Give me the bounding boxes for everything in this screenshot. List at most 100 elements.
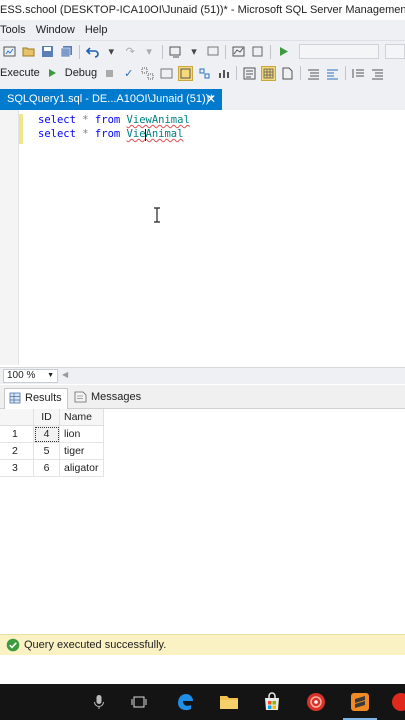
toolbar-separator	[225, 44, 227, 59]
results-tab-strip: Results Messages	[0, 385, 405, 409]
activity-monitor-icon[interactable]	[2, 44, 17, 59]
debug-icon[interactable]	[45, 66, 60, 81]
code-line-2[interactable]: select * from VieAnimal	[38, 127, 183, 141]
display-plan-icon[interactable]	[140, 66, 155, 81]
include-plan-icon[interactable]	[197, 66, 212, 81]
microphone-icon[interactable]	[88, 691, 110, 713]
query-options-icon[interactable]	[159, 66, 174, 81]
results-to-grid-icon[interactable]	[261, 65, 277, 81]
query-editor[interactable]: select * from ViewAnimal select * from V…	[0, 110, 405, 365]
increase-indent-icon[interactable]	[370, 66, 385, 81]
grid-corner[interactable]	[0, 409, 34, 426]
solution-config-combo[interactable]	[299, 44, 380, 59]
tab-messages-label: Messages	[91, 391, 142, 403]
open-file-icon[interactable]	[21, 44, 36, 59]
results-grid[interactable]: ID Name 1 4 lion 2 5 tiger 3 6 aligator	[0, 409, 405, 634]
window-title: ESS.school (DESKTOP-ICA10OI\Junaid (51))…	[0, 0, 405, 20]
toolbar-separator	[161, 44, 163, 59]
text-caret	[145, 129, 146, 141]
chevron-down-icon: ▼	[47, 372, 54, 379]
navigate-dropdown-icon[interactable]: ▾	[187, 44, 202, 59]
media-icon[interactable]	[305, 691, 327, 713]
ibeam-cursor-icon	[154, 207, 160, 223]
undo-dropdown-icon[interactable]: ▾	[104, 44, 119, 59]
editor-gutter	[0, 110, 19, 365]
keyword-select: select	[38, 114, 76, 126]
results-to-file-icon[interactable]	[280, 66, 295, 81]
tab-results-label: Results	[25, 392, 62, 404]
scroll-left-icon[interactable]: ◀	[62, 370, 68, 379]
sublime-icon[interactable]	[349, 691, 371, 713]
close-tab-icon[interactable]: ✕	[206, 89, 216, 110]
stop-icon[interactable]	[102, 66, 117, 81]
execute-button[interactable]: Execute	[0, 67, 40, 79]
save-icon[interactable]	[40, 44, 55, 59]
comment-icon[interactable]	[306, 66, 321, 81]
cell-name[interactable]: tiger	[60, 443, 104, 460]
results-to-text-icon[interactable]	[242, 66, 257, 81]
status-message: Query executed successfully.	[24, 639, 167, 651]
column-header-name[interactable]: Name	[60, 409, 104, 426]
client-stats-icon[interactable]	[216, 66, 231, 81]
decrease-indent-icon[interactable]	[351, 66, 366, 81]
cell-id[interactable]: 4	[34, 426, 60, 443]
redo-dropdown-icon[interactable]: ▾	[142, 44, 157, 59]
document-tab-strip: SQLQuery1.sql - DE...A10OI\Junaid (51))*…	[0, 84, 405, 110]
start-icon[interactable]	[276, 44, 291, 59]
cell-id[interactable]: 5	[34, 443, 60, 460]
keyword-select: select	[38, 128, 76, 140]
tab-sqlquery1[interactable]: SQLQuery1.sql - DE...A10OI\Junaid (51))*…	[0, 89, 222, 110]
operator-star: *	[82, 128, 89, 140]
undo-icon[interactable]	[85, 44, 100, 59]
debug-button[interactable]: Debug	[65, 67, 97, 79]
query-status-bar: Query executed successfully.	[0, 634, 405, 655]
row-number[interactable]: 2	[0, 443, 34, 460]
editor-zoom-bar: 100 % ▼ ◀	[0, 367, 405, 384]
task-view-icon[interactable]	[128, 691, 150, 713]
column-header-id[interactable]: ID	[34, 409, 60, 426]
file-explorer-icon[interactable]	[218, 691, 240, 713]
edge-icon[interactable]	[174, 691, 196, 713]
intellisense-icon[interactable]	[178, 65, 194, 81]
object-name: ViewAnimal	[126, 114, 190, 126]
platform-combo[interactable]	[385, 44, 405, 59]
cell-name[interactable]: lion	[60, 426, 104, 443]
tab-messages[interactable]: Messages	[70, 388, 142, 409]
cell-id[interactable]: 6	[34, 460, 60, 477]
grid-icon	[9, 392, 21, 404]
sql-editor-toolbar: Execute Debug ✓	[0, 62, 405, 84]
messages-icon	[74, 391, 87, 403]
code-line-1[interactable]: select * from ViewAnimal	[38, 113, 190, 127]
standard-toolbar: ▾ ↷ ▾ ▾	[0, 40, 405, 62]
tab-results[interactable]: Results	[4, 388, 68, 409]
changed-lines-marker	[19, 114, 23, 144]
toolbar-separator	[300, 66, 302, 80]
navigate-icon[interactable]	[168, 44, 183, 59]
zoom-value: 100 %	[7, 370, 36, 381]
cell-name[interactable]: aligator	[60, 460, 104, 477]
window-bottom-area	[0, 655, 405, 684]
keyword-from: from	[94, 114, 121, 126]
redo-icon[interactable]: ↷	[123, 44, 138, 59]
toolbar-separator	[78, 44, 80, 59]
windows-taskbar	[0, 684, 405, 720]
keyword-from: from	[94, 128, 121, 140]
store-icon[interactable]	[261, 691, 283, 713]
tab-label: SQLQuery1.sql - DE...A10OI\Junaid (51))*	[7, 93, 214, 105]
save-all-icon[interactable]	[59, 44, 74, 59]
menu-window[interactable]: Window	[31, 24, 80, 36]
parse-check-icon[interactable]: ✓	[121, 66, 136, 81]
chart-icon[interactable]	[231, 44, 246, 59]
operator-star: *	[82, 114, 89, 126]
uncomment-icon[interactable]	[325, 66, 340, 81]
find-icon[interactable]	[206, 44, 221, 59]
toolbar-separator	[270, 44, 272, 59]
menu-tools[interactable]: Tools	[0, 24, 31, 36]
toolbar-separator	[345, 66, 347, 80]
properties-icon[interactable]	[250, 44, 265, 59]
row-number[interactable]: 1	[0, 426, 34, 443]
zoom-select[interactable]: 100 % ▼	[3, 369, 58, 383]
app-icon[interactable]	[390, 691, 405, 713]
row-number[interactable]: 3	[0, 460, 34, 477]
menu-help[interactable]: Help	[80, 24, 113, 36]
